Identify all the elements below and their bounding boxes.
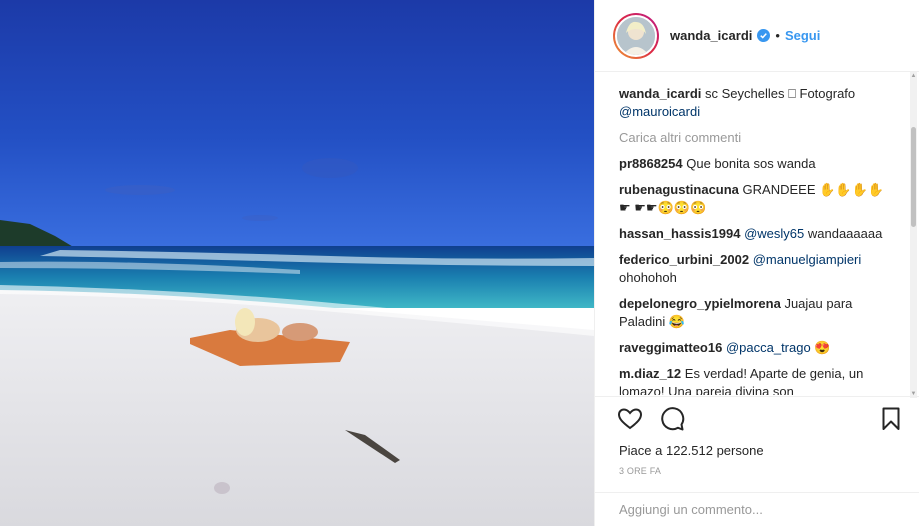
comment-item: pr8868254 Que bonita sos wanda: [619, 155, 895, 173]
post-timestamp[interactable]: 3 ORE FA: [595, 458, 919, 476]
caption: wanda_icardi sc Seychelles ⎕ Fotografo @…: [619, 85, 895, 121]
comment-text: Que bonita sos wanda: [686, 156, 816, 171]
comment-username[interactable]: rubenagustinacuna: [619, 182, 739, 197]
action-icons-row: [595, 397, 919, 441]
verified-badge-icon: [757, 29, 771, 42]
comment-text: wandaaaaaa: [807, 226, 883, 241]
caption-username[interactable]: wanda_icardi: [619, 86, 701, 101]
comment-mention[interactable]: @manuelgiampieri: [753, 252, 862, 267]
add-comment-input[interactable]: Aggiungi un commento...: [595, 492, 919, 526]
comment-item: hassan_hassis1994 @wesly65 wandaaaaaa: [619, 225, 895, 243]
post-header: wanda_icardi • Segui: [595, 0, 919, 72]
caption-mention[interactable]: @mauroicardi: [619, 104, 700, 119]
comment-username[interactable]: depelonegro_ypielmorena: [619, 296, 781, 311]
comment-item: depelonegro_ypielmorena Juajau para Pala…: [619, 295, 895, 331]
comment-username[interactable]: m.diaz_12: [619, 366, 681, 381]
scroll-up-arrow-icon[interactable]: ▲: [910, 72, 917, 80]
comment-item: raveggimatteo16 @pacca_trago 😍: [619, 339, 895, 357]
comment-mention[interactable]: @wesly65: [744, 226, 804, 241]
comment-text: ohohohoh: [619, 270, 677, 285]
follow-button[interactable]: Segui: [785, 28, 820, 43]
comment-item: m.diaz_12 Es verdad! Aparte de genia, un…: [619, 365, 895, 395]
comment-username[interactable]: federico_urbini_2002: [619, 252, 749, 267]
comments-scrollbar[interactable]: ▲ ▼: [910, 72, 917, 398]
heart-icon[interactable]: [617, 406, 643, 432]
post-photo[interactable]: [0, 0, 594, 526]
comment-item: federico_urbini_2002 @manuelgiampieri oh…: [619, 251, 895, 287]
separator-dot: •: [775, 28, 780, 43]
post-actions: Piace a 122.512 persone 3 ORE FA Aggiung…: [595, 396, 919, 526]
comment-username[interactable]: hassan_hassis1994: [619, 226, 740, 241]
header-username[interactable]: wanda_icardi: [670, 28, 752, 43]
comment-username[interactable]: pr8868254: [619, 156, 683, 171]
comment-username[interactable]: raveggimatteo16: [619, 340, 722, 355]
comment-item: rubenagustinacuna GRANDEEE ✋✋✋✋☛ ☛☛😳😳😳: [619, 181, 895, 217]
comment-text: 😍: [814, 340, 831, 355]
avatar[interactable]: [613, 12, 659, 59]
post-side-panel: wanda_icardi • Segui wanda_icardi sc Sey…: [594, 0, 919, 526]
beach-photo-image: [0, 0, 594, 526]
likes-count[interactable]: Piace a 122.512 persone: [595, 441, 919, 458]
bookmark-icon[interactable]: [878, 406, 904, 432]
caption-text: sc Seychelles ⎕ Fotografo: [705, 86, 856, 101]
scroll-thumb[interactable]: [911, 127, 916, 227]
comment-icon[interactable]: [659, 406, 685, 432]
load-more-comments-button[interactable]: Carica altri commenti: [619, 130, 895, 145]
comment-mention[interactable]: @pacca_trago: [726, 340, 811, 355]
comments-list: wanda_icardi sc Seychelles ⎕ Fotografo @…: [595, 73, 905, 395]
